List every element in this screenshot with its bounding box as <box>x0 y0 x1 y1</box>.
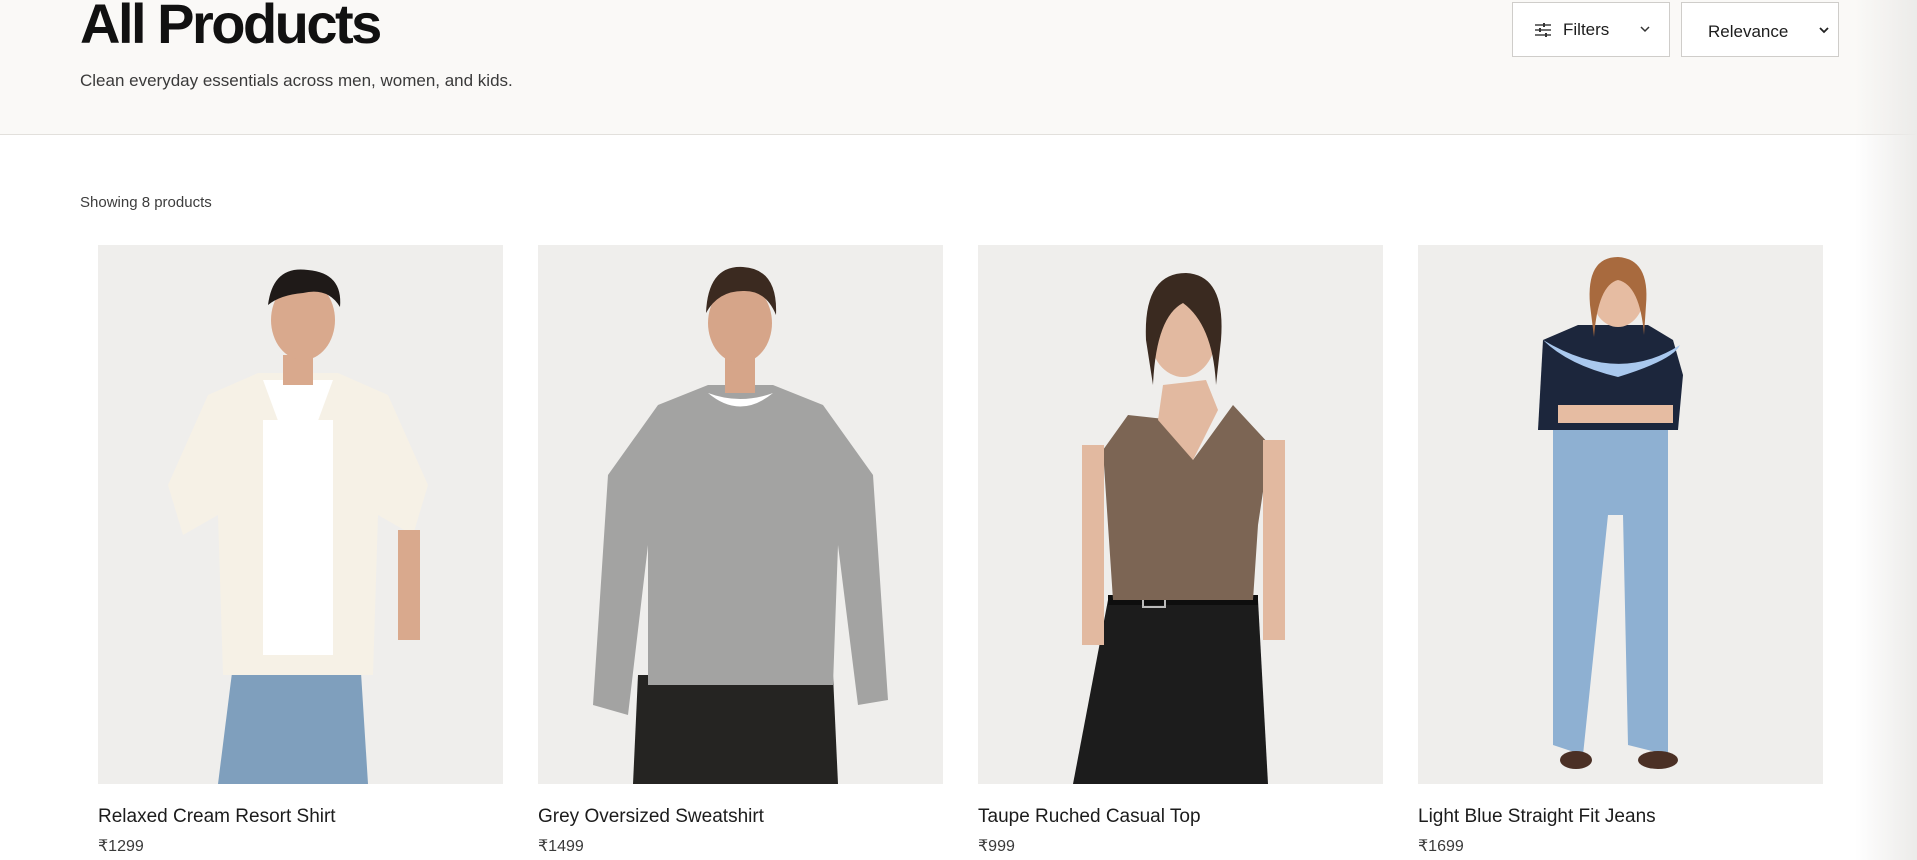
filters-button[interactable]: Filters <box>1512 2 1670 57</box>
page-subtitle: Clean everyday essentials across men, wo… <box>80 71 513 90</box>
product-photo-top <box>978 245 1383 784</box>
filters-label: Filters <box>1563 20 1610 39</box>
product-name[interactable]: Taupe Ruched Casual Top <box>978 806 1383 828</box>
product-image[interactable] <box>538 245 943 784</box>
page-title: All Products <box>80 0 382 55</box>
product-price: ₹1299 <box>98 838 144 855</box>
sort-selected-value: Relevance <box>1708 22 1789 41</box>
product-photo-sweatshirt <box>538 245 943 784</box>
product-name[interactable]: Relaxed Cream Resort Shirt <box>98 806 503 828</box>
product-grid: Relaxed Cream Resort Shirt ₹1299 Grey Ov… <box>98 245 1823 857</box>
sliders-icon <box>1535 23 1551 37</box>
product-card[interactable]: Taupe Ruched Casual Top ₹999 <box>978 245 1383 857</box>
product-photo-jeans <box>1418 245 1823 784</box>
product-name[interactable]: Grey Oversized Sweatshirt <box>538 806 943 828</box>
product-image[interactable] <box>98 245 503 784</box>
product-listing-page: All Products Clean everyday essentials a… <box>0 0 1917 860</box>
product-price: ₹1499 <box>538 838 584 855</box>
product-name[interactable]: Light Blue Straight Fit Jeans <box>1418 806 1823 828</box>
sort-select[interactable]: Relevance <box>1681 2 1839 57</box>
product-image[interactable] <box>1418 245 1823 784</box>
page-edge-shadow <box>1855 0 1917 860</box>
product-image[interactable] <box>978 245 1383 784</box>
product-price: ₹1699 <box>1418 838 1464 855</box>
product-photo-shirt <box>98 245 503 784</box>
chevron-down-icon <box>1640 26 1650 33</box>
listing-header: All Products Clean everyday essentials a… <box>0 0 1917 135</box>
product-price: ₹999 <box>978 838 1015 855</box>
results-count: Showing 8 products <box>80 194 212 211</box>
product-card[interactable]: Relaxed Cream Resort Shirt ₹1299 <box>98 245 503 857</box>
product-card[interactable]: Grey Oversized Sweatshirt ₹1499 <box>538 245 943 857</box>
product-card[interactable]: Light Blue Straight Fit Jeans ₹1699 <box>1418 245 1823 857</box>
chevron-down-icon <box>1819 27 1829 34</box>
